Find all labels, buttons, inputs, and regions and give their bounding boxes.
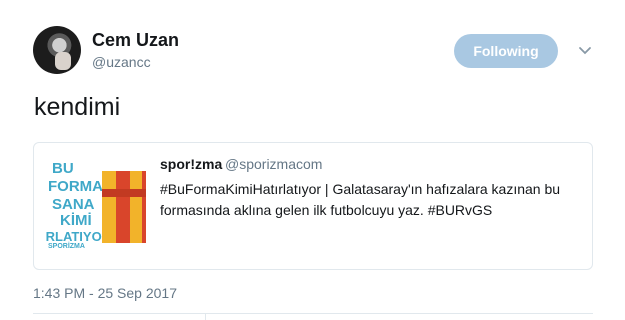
image-text-line: BU: [52, 160, 74, 177]
avatar[interactable]: [33, 26, 81, 74]
quoted-author-handle[interactable]: @sporizmacom: [225, 156, 322, 172]
avatar-hand-shape: [55, 52, 71, 70]
author-display-name[interactable]: Cem Uzan: [92, 30, 179, 51]
image-text-line: FORMA: [48, 178, 103, 195]
quoted-tweet-text: #BuFormaKimiHatırlatıyor | Galatasaray'ı…: [160, 181, 561, 218]
following-button[interactable]: Following: [454, 34, 558, 68]
tweet-text: kendimi: [34, 93, 121, 121]
quoted-tweet-card[interactable]: BU FORMA SANA KİMİ IRLATIYOR SPORİZMA sp…: [33, 142, 593, 270]
author-handle[interactable]: @uzancc: [92, 54, 151, 70]
image-text-line: SANA: [52, 196, 95, 213]
divider: [33, 313, 593, 314]
quoted-tweet-image[interactable]: BU FORMA SANA KİMİ IRLATIYOR SPORİZMA: [46, 157, 149, 257]
jersey-shirt-illustration: [102, 171, 146, 243]
image-text-line: KİMİ: [60, 212, 92, 229]
chevron-down-icon[interactable]: [578, 44, 592, 58]
quoted-author-name[interactable]: spor!zma: [160, 156, 222, 172]
divider-tick: [205, 313, 206, 320]
tweet-timestamp[interactable]: 1:43 PM - 25 Sep 2017: [33, 285, 177, 301]
image-brand-label: SPORİZMA: [48, 243, 85, 250]
